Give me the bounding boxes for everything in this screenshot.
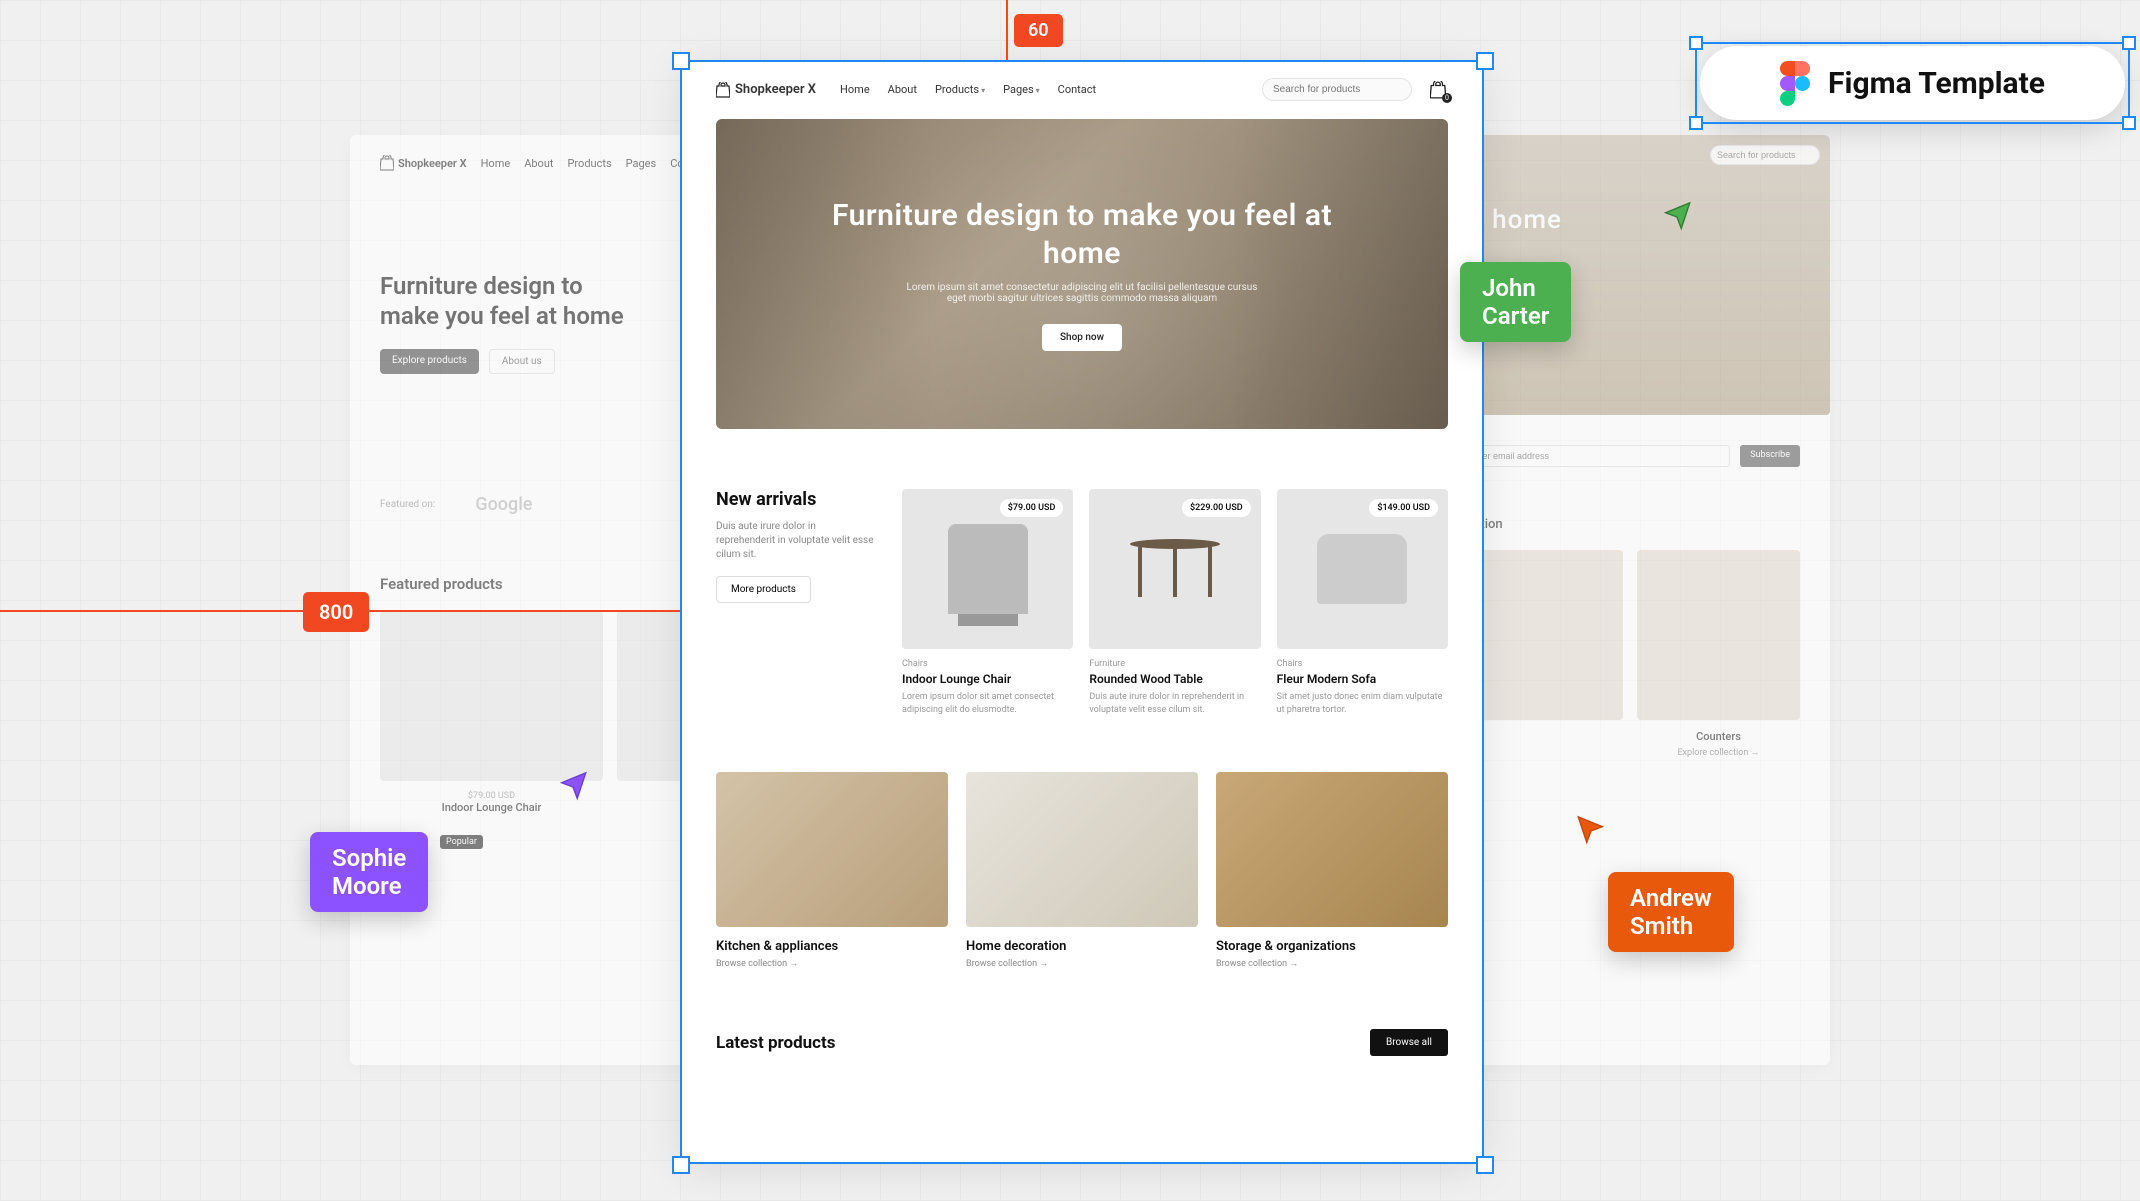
bg-left-about-btn: About us	[489, 349, 555, 374]
search-input[interactable]	[1262, 78, 1412, 101]
nav-about[interactable]: About	[888, 83, 917, 96]
bg-right-cards: Counters Explore collection →	[1460, 550, 1800, 758]
product-3-price: $149.00 USD	[1369, 499, 1438, 517]
main-hero: Furniture design to make you feel at hom…	[716, 119, 1448, 429]
collection-1-link[interactable]: Browse collection →	[716, 958, 948, 969]
popular-tag: Popular	[440, 835, 483, 849]
collection-2-link[interactable]: Browse collection →	[966, 958, 1198, 969]
nav-home[interactable]: Home	[840, 83, 870, 96]
measurement-top-badge: 60	[1014, 14, 1063, 47]
browse-all-button[interactable]: Browse all	[1370, 1029, 1448, 1056]
main-artboard[interactable]: Shopkeeper X Home About Products Pages C…	[682, 62, 1482, 1162]
product-3-desc: Sit amet justo donec enim diam vulputate…	[1277, 691, 1448, 716]
collection-3-link[interactable]: Browse collection →	[1216, 958, 1448, 969]
product-card-3[interactable]: $149.00 USD Chairs Fleur Modern Sofa Sit…	[1277, 489, 1448, 716]
product-1-desc: Lorem ipsum dolor sit amet consectet adi…	[902, 691, 1073, 716]
bg-nav-home: Home	[481, 157, 511, 170]
bg-nav-pages: Pages	[626, 157, 657, 170]
product-1-price: $79.00 USD	[1000, 499, 1064, 517]
collaborator-andrew-label: Andrew Smith	[1608, 872, 1734, 952]
main-brand-text: Shopkeeper X	[735, 82, 816, 97]
hero-cta-button[interactable]: Shop now	[1042, 324, 1122, 351]
bg-right-subscribe-btn: Subscribe	[1740, 445, 1800, 467]
pill-handle-tr[interactable]	[2122, 36, 2136, 50]
bg-left-explore-btn: Explore products	[380, 349, 479, 374]
hero-subtitle: Lorem ipsum sit amet consectetur adipisc…	[902, 282, 1262, 304]
hero-title: Furniture design to make you feel at hom…	[796, 197, 1368, 272]
bg-right-collection-heading: llection	[1460, 517, 1800, 532]
collections-section: Kitchen & appliances Browse collection →…	[716, 772, 1448, 969]
collection-1-image	[716, 772, 948, 927]
product-2-name: Rounded Wood Table	[1089, 672, 1260, 686]
collection-card-3[interactable]: Storage & organizations Browse collectio…	[1216, 772, 1448, 969]
product-card-1[interactable]: $79.00 USD Chairs Indoor Lounge Chair Lo…	[902, 489, 1073, 716]
bg-right-card-name: Counters	[1637, 730, 1800, 743]
collection-2-name: Home decoration	[966, 939, 1198, 954]
product-2-price: $229.00 USD	[1182, 499, 1251, 517]
bag-icon	[380, 155, 394, 171]
collection-2-image	[966, 772, 1198, 927]
latest-heading: Latest products	[716, 1033, 836, 1053]
bg-nav-products: Products	[567, 157, 611, 170]
bg-right-card-2: Counters Explore collection →	[1637, 550, 1800, 758]
collection-3-name: Storage & organizations	[1216, 939, 1448, 954]
bg-left-brand: Shopkeeper X	[398, 157, 467, 170]
collection-card-1[interactable]: Kitchen & appliances Browse collection →	[716, 772, 948, 969]
figma-template-pill[interactable]: Figma Template	[1700, 46, 2125, 120]
pill-handle-bl[interactable]	[1689, 116, 1703, 130]
arrivals-sub: Duis aute irure dolor in reprehenderit i…	[716, 520, 876, 562]
bg-nav-about: About	[524, 157, 553, 170]
bg-left-logo: Shopkeeper X	[380, 155, 467, 171]
collection-3-image	[1216, 772, 1448, 927]
product-2-category: Furniture	[1089, 659, 1260, 669]
arrivals-heading: New arrivals	[716, 489, 876, 510]
cart-count-badge: 0	[1442, 93, 1452, 103]
product-card-2[interactable]: $229.00 USD Furniture Rounded Wood Table…	[1089, 489, 1260, 716]
product-3-category: Chairs	[1277, 659, 1448, 669]
product-3-name: Fleur Modern Sofa	[1277, 672, 1448, 686]
measurement-left-badge: 800	[303, 592, 369, 632]
bag-icon	[716, 82, 730, 98]
selection-handle-tr[interactable]	[1476, 52, 1494, 70]
cursor-icon	[1574, 814, 1608, 848]
product-1-name: Indoor Lounge Chair	[902, 672, 1073, 686]
product-2-desc: Duis aute irure dolor in reprehenderit i…	[1089, 691, 1260, 716]
figma-logo-icon	[1780, 61, 1810, 105]
bg-right-explore-link: Explore collection →	[1637, 747, 1800, 758]
latest-products-section: Latest products Browse all	[716, 1029, 1448, 1056]
main-logo[interactable]: Shopkeeper X	[716, 82, 816, 98]
bg-right-email-input	[1460, 445, 1730, 467]
bg-left-hero-title: Furniture design to make you feel at hom…	[380, 271, 640, 331]
figma-pill-text: Figma Template	[1828, 66, 2045, 101]
collection-card-2[interactable]: Home decoration Browse collection →	[966, 772, 1198, 969]
cursor-icon	[1660, 200, 1694, 234]
pill-handle-tl[interactable]	[1689, 36, 1703, 50]
nav-products[interactable]: Products	[935, 83, 985, 96]
collaborator-john-label: John Carter	[1460, 262, 1571, 342]
product-1-category: Chairs	[902, 659, 1073, 669]
bg-right-card-1	[1460, 550, 1623, 758]
new-arrivals-section: New arrivals Duis aute irure dolor in re…	[716, 489, 1448, 716]
cart-button[interactable]: 0	[1430, 81, 1448, 99]
nav-pages[interactable]: Pages	[1003, 83, 1040, 96]
main-nav: Shopkeeper X Home About Products Pages C…	[716, 78, 1448, 101]
bg-right-subscribe: Subscribe	[1460, 445, 1800, 467]
collection-1-name: Kitchen & appliances	[716, 939, 948, 954]
nav-contact[interactable]: Contact	[1058, 83, 1096, 96]
measurement-top-line	[1006, 0, 1008, 60]
cursor-icon	[556, 770, 590, 804]
google-logo: Google	[475, 494, 532, 515]
bg-right-hero-text: at home	[1460, 205, 1800, 235]
pill-handle-br[interactable]	[2122, 116, 2136, 130]
selection-handle-bl[interactable]	[672, 1156, 690, 1174]
selection-handle-br[interactable]	[1476, 1156, 1494, 1174]
bg-right-search	[1710, 145, 1820, 165]
collaborator-sophie-label: Sophie Moore	[310, 832, 428, 912]
featured-on-label: Featured on:	[380, 499, 435, 510]
selection-handle-tl[interactable]	[672, 52, 690, 70]
more-products-button[interactable]: More products	[716, 576, 811, 603]
